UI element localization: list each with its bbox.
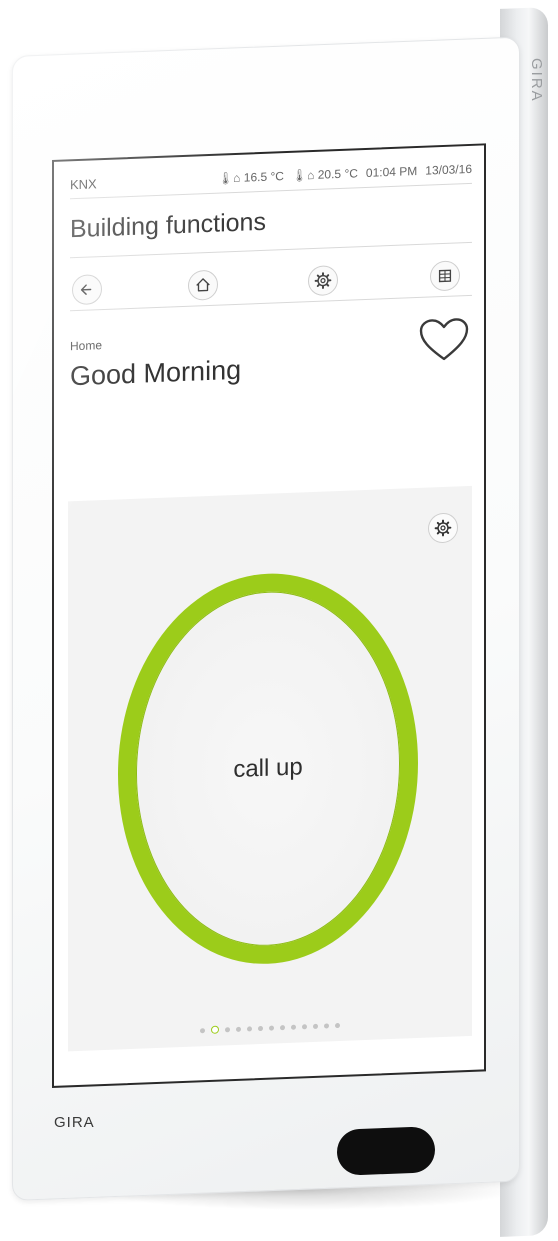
clock-date: 13/03/16 bbox=[425, 161, 472, 178]
grid-icon bbox=[438, 269, 452, 283]
gear-icon bbox=[314, 272, 332, 289]
indoor-temp-icon: 🌡⌂ bbox=[291, 167, 315, 183]
back-button[interactable] bbox=[72, 274, 102, 306]
side-brand-logo: GIRA bbox=[528, 58, 545, 103]
bottom-brand-logo: GIRA bbox=[54, 1114, 95, 1131]
page-dot[interactable] bbox=[324, 1022, 329, 1029]
page-dot[interactable] bbox=[313, 1023, 318, 1029]
status-bar: KNX 🌡⌂ 16.5 °C 🌡⌂ 20.5 °C 01:04 PM 13/03… bbox=[70, 159, 472, 200]
home-icon bbox=[196, 278, 210, 292]
page-dot-active[interactable] bbox=[211, 1025, 219, 1034]
arrow-left-icon bbox=[80, 284, 92, 295]
gear-icon bbox=[434, 519, 452, 537]
page-dot[interactable] bbox=[200, 1027, 205, 1033]
page-dot[interactable] bbox=[302, 1023, 307, 1029]
page-dot[interactable] bbox=[247, 1025, 252, 1032]
heart-icon bbox=[419, 318, 469, 361]
outdoor-temp-readout: 🌡⌂ 16.5 °C bbox=[218, 169, 284, 186]
page-dot[interactable] bbox=[291, 1024, 296, 1030]
indoor-temp-value: 20.5 °C bbox=[317, 166, 358, 182]
outdoor-temp-icon: 🌡⌂ bbox=[217, 170, 241, 186]
page-dot[interactable] bbox=[280, 1024, 285, 1030]
favorite-button[interactable] bbox=[418, 316, 470, 364]
breadcrumb-context: Home bbox=[70, 338, 103, 354]
touch-screen: KNX 🌡⌂ 16.5 °C 🌡⌂ 20.5 °C 01:04 PM 13/03… bbox=[52, 143, 486, 1089]
scene-tile: call up bbox=[68, 485, 472, 1052]
proximity-sensor bbox=[336, 1126, 436, 1176]
page-indicator bbox=[68, 1017, 472, 1039]
indoor-temp-readout: 🌡⌂ 20.5 °C bbox=[292, 166, 358, 183]
grid-view-button[interactable] bbox=[430, 260, 460, 292]
call-up-label: call up bbox=[233, 753, 303, 784]
page-dot[interactable] bbox=[269, 1024, 274, 1031]
tile-settings-button[interactable] bbox=[428, 512, 458, 544]
settings-button[interactable] bbox=[308, 265, 338, 297]
call-up-button[interactable]: call up bbox=[118, 567, 418, 970]
page-dot[interactable] bbox=[258, 1025, 263, 1031]
clock-time: 01:04 PM bbox=[365, 163, 418, 180]
page-dot[interactable] bbox=[236, 1026, 241, 1032]
status-readouts: 🌡⌂ 16.5 °C 🌡⌂ 20.5 °C 01:04 PM 13/03/16 bbox=[218, 162, 472, 186]
page-dot[interactable] bbox=[225, 1026, 230, 1032]
page-title: Building functions bbox=[70, 207, 266, 244]
scene-title: Good Morning bbox=[70, 354, 242, 392]
home-button[interactable] bbox=[188, 269, 218, 301]
page-dot[interactable] bbox=[335, 1022, 340, 1028]
system-label: KNX bbox=[70, 176, 97, 193]
outdoor-temp-value: 16.5 °C bbox=[243, 169, 284, 185]
nav-bar bbox=[70, 251, 472, 312]
